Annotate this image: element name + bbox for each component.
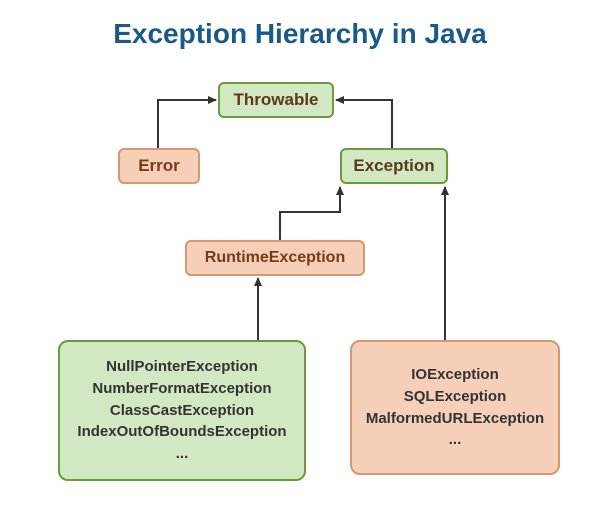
exception-list-item: IOException (411, 364, 499, 386)
exception-list-item: MalformedURLException (366, 408, 544, 430)
exception-list-item: IndexOutOfBoundsException (77, 421, 286, 443)
exception-list-item: ... (449, 429, 462, 451)
exception-list-item: ClassCastException (110, 400, 254, 422)
diagram-canvas: Throwable Error Exception RuntimeExcepti… (0, 0, 600, 510)
node-runtime-children: NullPointerExceptionNumberFormatExceptio… (58, 340, 306, 481)
node-error: Error (118, 148, 200, 184)
node-exception: Exception (340, 148, 448, 184)
exception-list-item: NullPointerException (106, 356, 258, 378)
node-checked-children: IOExceptionSQLExceptionMalformedURLExcep… (350, 340, 560, 475)
exception-list-item: NumberFormatException (92, 378, 271, 400)
exception-list-item: ... (176, 443, 189, 465)
node-runtime-exception: RuntimeException (185, 240, 365, 276)
node-throwable: Throwable (218, 82, 334, 118)
exception-list-item: SQLException (404, 386, 507, 408)
